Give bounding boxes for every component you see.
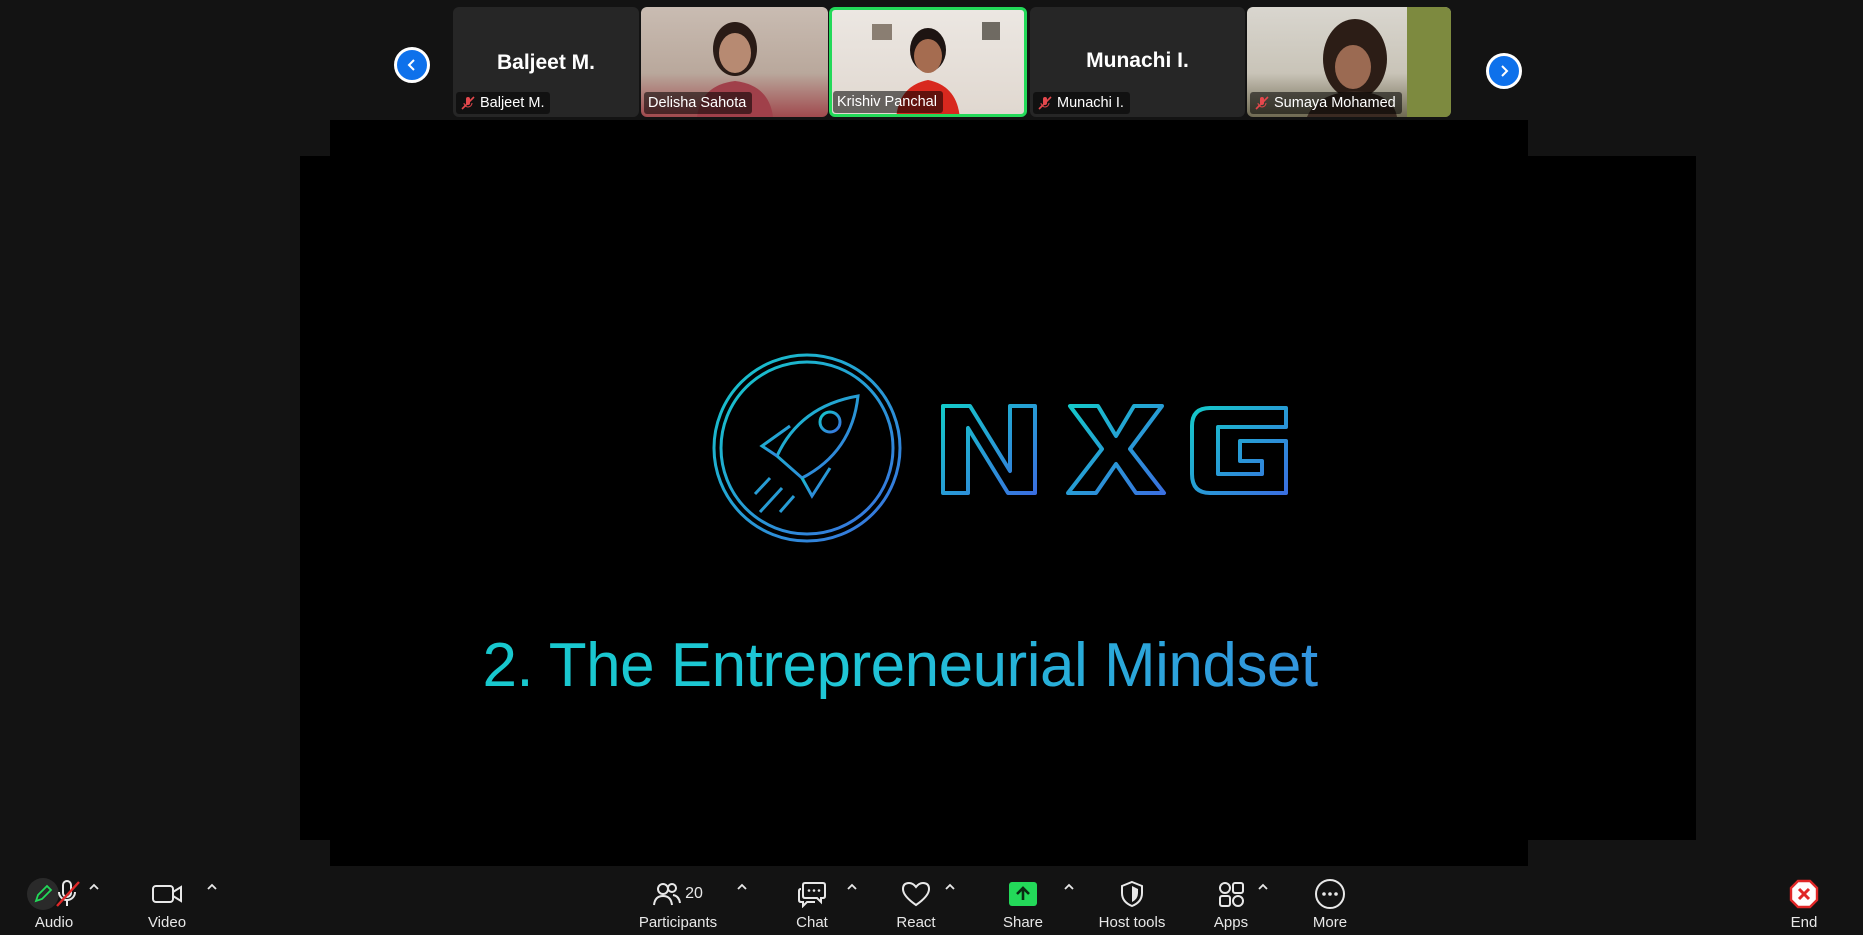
participant-name: Sumaya Mohamed [1274,95,1396,111]
gallery-next-button[interactable] [1486,53,1522,89]
participant-name-large: Baljeet M. [496,51,596,74]
more-icon [1315,879,1345,909]
chevron-right-icon [1501,65,1509,77]
apps-label: Apps [1213,914,1249,931]
participants-options-caret-icon[interactable] [735,880,749,894]
react-button[interactable]: React [888,866,944,935]
chat-options-caret-icon[interactable] [845,880,859,894]
mic-muted-icon [56,880,80,907]
share-options-caret-icon[interactable] [1062,880,1076,894]
apps-button[interactable]: Apps [1206,866,1256,935]
participant-tile[interactable]: Sumaya Mohamed [1247,7,1451,117]
audio-button[interactable]: Audio [16,866,92,935]
nxg-logo [712,353,1288,543]
chevron-left-icon [407,59,415,71]
participant-label: Sumaya Mohamed [1250,92,1402,114]
participant-label: Baljeet M. [456,92,551,114]
participant-label: Delisha Sahota [644,92,753,114]
video-label: Video [147,914,187,931]
video-button[interactable]: Video [132,866,202,935]
chat-label: Chat [796,914,828,931]
participants-button[interactable]: 20 Participants [630,866,726,935]
mic-muted-icon [1255,96,1269,110]
mic-muted-icon [1038,96,1052,110]
host-tools-label: Host tools [1098,914,1166,931]
share-button[interactable]: Share [996,866,1050,935]
gallery-strip: Baljeet M. Baljeet M. Delisha Sahota Kri… [0,0,1863,122]
participant-name: Baljeet M. [480,95,545,111]
audio-icon-wrap [26,877,82,911]
more-button[interactable]: More [1305,866,1355,935]
share-screen-icon [1009,882,1037,906]
mic-muted-icon [461,96,475,110]
heart-icon [901,881,931,907]
more-label: More [1312,914,1348,931]
react-label: React [896,914,936,931]
end-button[interactable]: End [1780,866,1828,935]
gallery-prev-button[interactable] [394,47,430,83]
meeting-toolbar: Audio Video 20 Participants Chat React S… [0,866,1863,935]
share-label: Share [1002,914,1044,931]
participant-tile[interactable]: Munachi I. Munachi I. [1030,7,1245,117]
participant-label: Munachi I. [1033,92,1130,114]
chat-button[interactable]: Chat [785,866,839,935]
rocket-icon [753,394,860,514]
apps-icon [1219,882,1244,907]
shield-icon [1121,880,1143,908]
participants-label: Participants [638,914,718,931]
participants-icon [653,883,682,906]
video-options-caret-icon[interactable] [205,880,219,894]
participants-count: 20 [685,885,703,902]
audio-options-caret-icon[interactable] [87,880,101,894]
react-options-caret-icon[interactable] [943,880,957,894]
end-label: End [1790,914,1818,931]
participant-label: Krishiv Panchal [833,91,943,113]
participant-name-large: Munachi I. [1086,49,1189,72]
participant-name: Munachi I. [1057,95,1124,111]
presentation-slide [300,156,1696,840]
participant-tile[interactable]: Delisha Sahota [641,7,828,117]
host-tools-button[interactable]: Host tools [1092,866,1172,935]
apps-options-caret-icon[interactable] [1256,880,1270,894]
end-meeting-icon [1789,879,1819,909]
chat-icon [798,882,826,908]
participant-tile[interactable]: Baljeet M. Baljeet M. [453,7,639,117]
audio-label: Audio [34,914,74,931]
video-camera-icon [152,885,182,903]
participant-name: Krishiv Panchal [837,94,937,110]
participant-name: Delisha Sahota [648,95,747,111]
slide-title: 2. The Entrepreneurial Mindset [300,630,1500,701]
participant-tile-active-speaker[interactable]: Krishiv Panchal [829,7,1027,117]
